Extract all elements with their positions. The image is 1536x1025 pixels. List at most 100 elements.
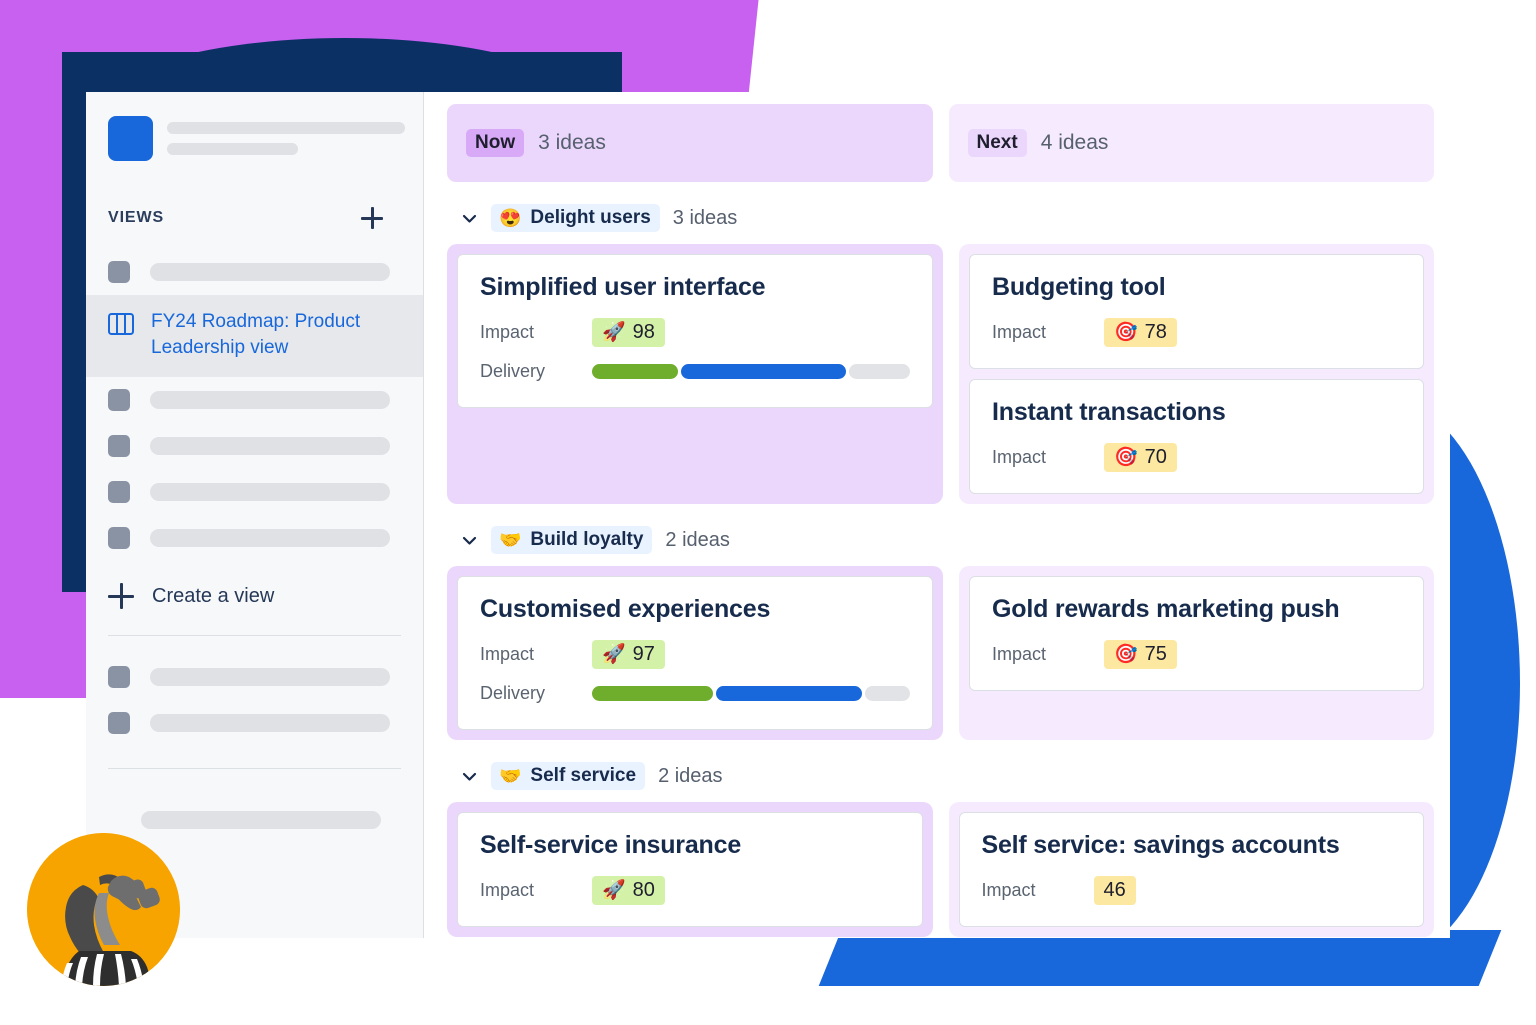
views-section-header: VIEWS <box>86 161 423 229</box>
impact-badge[interactable]: 🚀 97 <box>592 639 665 669</box>
impact-value: 70 <box>1144 445 1167 468</box>
group-label: Build loyalty <box>530 529 644 550</box>
smiling-face-with-hearts-icon: 😍 <box>499 208 522 228</box>
column-count-next: 4 ideas <box>1040 131 1109 154</box>
views-section-title: VIEWS <box>108 209 165 226</box>
idea-card[interactable]: Instant transactions Impact 🎯 70 <box>969 379 1424 494</box>
placeholder-bar <box>167 143 298 155</box>
sidebar-item-label: FY24 Roadmap: Product Leadership view <box>151 311 361 358</box>
handshake-icon: 🤝 <box>499 766 522 786</box>
column-chip-now: Now <box>466 129 525 157</box>
placeholder-bar <box>150 529 390 547</box>
chevron-down-icon[interactable] <box>461 532 478 549</box>
idea-card-title: Customised experiences <box>480 595 771 623</box>
direct-hit-icon: 🎯 <box>1114 643 1138 665</box>
idea-card[interactable]: Gold rewards marketing push Impact 🎯 75 <box>969 576 1424 691</box>
impact-badge[interactable]: 🎯 70 <box>1104 442 1177 472</box>
impact-value: 98 <box>632 320 655 343</box>
sidebar-divider <box>108 768 401 769</box>
column-chip-next: Next <box>967 129 1027 157</box>
impact-label: Impact <box>480 321 535 342</box>
group-header-build-loyalty[interactable]: 🤝 Build loyalty 2 ideas <box>447 504 1434 566</box>
column-count-now: 3 ideas <box>538 131 606 154</box>
handshake-icon: 🤝 <box>499 530 522 550</box>
placeholder-square-icon <box>108 389 130 411</box>
group-count: 2 ideas <box>665 528 730 551</box>
delivery-label: Delivery <box>480 360 546 381</box>
person-with-binoculars-illustration <box>27 833 180 986</box>
column-header-next[interactable]: Next 4 ideas <box>948 104 1434 182</box>
idea-card-title: Simplified user interface <box>480 273 766 301</box>
board-area: Now 3 ideas Next 4 ideas 😍 Delight users… <box>425 92 1450 938</box>
delivery-progress-bar[interactable] <box>592 685 910 701</box>
workspace-placeholder-text <box>167 122 405 155</box>
rocket-icon: 🚀 <box>602 321 626 343</box>
idea-card[interactable]: Budgeting tool Impact 🎯 78 <box>969 254 1424 369</box>
idea-card[interactable]: Simplified user interface Impact 🚀 98 De… <box>457 254 933 408</box>
workspace-brand[interactable] <box>86 92 423 161</box>
delivery-label: Delivery <box>480 682 546 703</box>
group-header-self-service[interactable]: 🤝 Self service 2 ideas <box>447 740 1434 802</box>
group-header-delight-users[interactable]: 😍 Delight users 3 ideas <box>447 182 1434 244</box>
lane-delight-users: Simplified user interface Impact 🚀 98 De… <box>447 244 1434 504</box>
impact-field: Impact 🚀 97 <box>480 638 910 670</box>
delivery-segment-inprogress <box>680 363 847 379</box>
lane-cell-next: Gold rewards marketing push Impact 🎯 75 <box>959 566 1434 740</box>
placeholder-square-icon <box>108 527 130 549</box>
column-header-now[interactable]: Now 3 ideas <box>447 104 933 182</box>
impact-field: Impact 🚀 80 <box>480 874 900 906</box>
direct-hit-icon: 🎯 <box>1114 321 1138 343</box>
idea-card[interactable]: Self-service insurance Impact 🚀 80 <box>457 812 923 927</box>
page-backdrop: VIEWS FY24 Roadmap: Product Leadership v… <box>0 0 1536 1025</box>
add-view-icon[interactable] <box>361 207 383 229</box>
idea-card-title: Gold rewards marketing push <box>992 595 1340 623</box>
placeholder-bar <box>150 483 390 501</box>
plus-icon <box>108 583 134 609</box>
chevron-down-icon[interactable] <box>461 768 478 785</box>
group-chip: 😍 Delight users <box>491 204 660 232</box>
idea-card[interactable]: Self service: savings accounts Impact 46 <box>958 812 1424 927</box>
placeholder-bar <box>150 668 390 686</box>
impact-label: Impact <box>992 446 1047 467</box>
sidebar-item-placeholder[interactable] <box>86 377 423 423</box>
idea-card-title: Instant transactions <box>992 398 1226 426</box>
app-window: VIEWS FY24 Roadmap: Product Leadership v… <box>86 92 1450 938</box>
impact-value: 97 <box>632 642 655 665</box>
lane-cell-now: Simplified user interface Impact 🚀 98 De… <box>447 244 943 504</box>
chevron-down-icon[interactable] <box>461 210 478 227</box>
create-view-button[interactable]: Create a view <box>86 561 423 631</box>
impact-badge[interactable]: 46 <box>1093 875 1136 905</box>
sidebar-item-placeholder[interactable] <box>86 515 423 561</box>
impact-badge[interactable]: 🎯 75 <box>1104 639 1177 669</box>
sidebar-item-fy24-roadmap[interactable]: FY24 Roadmap: Product Leadership view <box>86 295 423 377</box>
impact-badge[interactable]: 🎯 78 <box>1104 317 1177 347</box>
delivery-segment-todo <box>865 685 910 701</box>
sidebar-item-placeholder[interactable] <box>86 700 423 746</box>
delivery-segment-todo <box>849 363 910 379</box>
views-list: FY24 Roadmap: Product Leadership view Cr… <box>86 249 423 843</box>
rocket-icon: 🚀 <box>602 879 626 901</box>
sidebar-item-placeholder[interactable] <box>86 423 423 469</box>
placeholder-square-icon <box>108 261 130 283</box>
sidebar-item-placeholder[interactable] <box>86 797 423 843</box>
sidebar-item-placeholder[interactable] <box>86 469 423 515</box>
impact-label: Impact <box>480 643 535 664</box>
placeholder-bar <box>150 437 390 455</box>
impact-value: 75 <box>1144 642 1167 665</box>
impact-field: Impact 🎯 78 <box>992 316 1401 348</box>
sidebar-item-placeholder[interactable] <box>86 654 423 700</box>
impact-badge[interactable]: 🚀 80 <box>592 875 665 905</box>
impact-badge[interactable]: 🚀 98 <box>592 317 665 347</box>
impact-value: 78 <box>1144 320 1167 343</box>
group-label: Self service <box>530 765 637 786</box>
lane-self-service: Self-service insurance Impact 🚀 80 Self … <box>447 802 1434 937</box>
placeholder-bar <box>167 122 405 134</box>
group-count: 3 ideas <box>672 206 738 229</box>
lane-cell-next: Budgeting tool Impact 🎯 78 Instant trans… <box>959 244 1434 504</box>
delivery-progress-bar[interactable] <box>592 363 910 379</box>
workspace-logo <box>108 116 153 161</box>
sidebar-item-placeholder[interactable] <box>86 249 423 295</box>
placeholder-square-icon <box>108 481 130 503</box>
idea-card[interactable]: Customised experiences Impact 🚀 97 Deliv… <box>457 576 933 730</box>
lane-build-loyalty: Customised experiences Impact 🚀 97 Deliv… <box>447 566 1434 740</box>
